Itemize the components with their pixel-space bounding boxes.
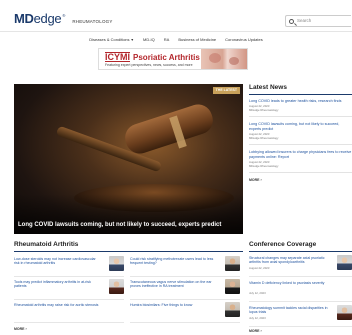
ra-section: Rheumatoid Arthritis Low-dose steroids m… — [14, 241, 243, 332]
article-title[interactable]: Structural changes may separate axial ps… — [249, 256, 335, 265]
article-thumbnail[interactable] — [337, 305, 352, 320]
nav-item-label: Diseases & Conditions — [89, 37, 130, 42]
article-thumbnail[interactable] — [225, 302, 240, 317]
hero-title[interactable]: Long COVID lawsuits coming, but not like… — [18, 222, 221, 228]
article-title[interactable]: Could risk stratifying methotrexate user… — [130, 257, 222, 266]
list-item[interactable]: Low-dose steroids may not increase cardi… — [14, 256, 124, 277]
logo-registered: ® — [62, 13, 66, 18]
latest-news-heading: Latest News — [249, 84, 352, 95]
news-item[interactable]: Long COVID lawsuits coming, but not like… — [249, 122, 352, 146]
conference-more-link[interactable]: MORE › — [249, 329, 352, 333]
article-thumbnail[interactable] — [337, 255, 352, 270]
conference-coverage-section: Conference Coverage Structural changes m… — [249, 241, 352, 333]
ad-subtitle: Featuring expert perspectives, news, suc… — [105, 63, 193, 67]
ad-title: Psoriatic Arthritis — [133, 53, 200, 62]
ad-icymi: ICYMI — [105, 52, 131, 62]
article-date: July 12, 2023 — [249, 291, 266, 295]
hero-article[interactable]: THE LATEST Long COVID lawsuits coming, b… — [14, 84, 243, 234]
mdedge-logo[interactable]: MD edge ® RHEUMATOLOGY — [14, 11, 113, 26]
news-item[interactable]: Long COVID leads to greater health risks… — [249, 99, 352, 118]
ra-column-right: Could risk stratifying methotrexate user… — [130, 256, 240, 325]
list-item[interactable]: Transcutaneous vagus nerve stimulation o… — [130, 279, 240, 300]
ra-more-link[interactable]: MORE › — [14, 327, 27, 331]
nav-item-ra[interactable]: RA — [164, 37, 170, 45]
article-title[interactable]: Rheumatoid arthritis may raise risk for … — [14, 303, 102, 307]
logo-edge: edge — [33, 11, 62, 26]
divider — [249, 144, 352, 146]
ad-headline: ICYMI Psoriatic Arthritis — [105, 52, 200, 62]
article-date: July 12, 2023 — [249, 316, 266, 320]
site-header: MD edge ® RHEUMATOLOGY Search — [0, 0, 352, 32]
news-source: MDedge Rheumatology — [249, 164, 279, 169]
divider — [249, 116, 352, 118]
ra-grid: Low-dose steroids may not increase cardi… — [14, 252, 243, 332]
divider — [249, 172, 352, 174]
article-date: August 22, 2023 — [249, 266, 270, 270]
list-item[interactable]: Humira biosimilars: Five things to know — [130, 302, 240, 323]
latest-news-more-link[interactable]: MORE › — [249, 178, 352, 182]
advertisement-banner[interactable]: ICYMI Psoriatic Arthritis Featuring expe… — [98, 48, 248, 70]
article-title[interactable]: Rheumatology summit tackles racial dispa… — [249, 306, 335, 315]
ra-column-left: Low-dose steroids may not increase cardi… — [14, 256, 124, 325]
specialty-label: RHEUMATOLOGY — [72, 19, 113, 24]
article-thumbnail[interactable] — [225, 279, 240, 294]
list-item[interactable]: Could risk stratifying methotrexate user… — [130, 256, 240, 277]
nav-item-coronavirus[interactable]: Coronavirus Updates — [225, 37, 263, 45]
ra-heading: Rheumatoid Arthritis — [14, 241, 243, 252]
article-title[interactable]: Tools may predict inflammatory arthritis… — [14, 280, 102, 289]
nav-item-business[interactable]: Business of Medicine — [178, 37, 216, 45]
article-title[interactable]: Low-dose steroids may not increase cardi… — [14, 257, 102, 266]
news-title[interactable]: Lobbying allowed insurers to charge phys… — [249, 150, 352, 159]
conference-heading: Conference Coverage — [249, 241, 352, 252]
nav-item-md-iq[interactable]: MD-IQ — [143, 37, 155, 45]
ad-image — [201, 49, 247, 69]
search-icon[interactable] — [289, 18, 294, 24]
list-item[interactable]: Rheumatoid arthritis may raise risk for … — [14, 302, 124, 323]
news-source: MDedge Rheumatology — [249, 108, 279, 113]
logo-md: MD — [14, 11, 34, 26]
news-title[interactable]: Long COVID lawsuits coming, but not like… — [249, 122, 352, 131]
chevron-down-icon: ▼ — [130, 38, 134, 42]
article-thumbnail[interactable] — [225, 256, 240, 271]
search-placeholder: Search — [297, 18, 312, 23]
list-item[interactable]: Tools may predict inflammatory arthritis… — [14, 279, 124, 300]
search-input[interactable]: Search — [285, 15, 351, 27]
list-item[interactable]: Rheumatology summit tackles racial dispa… — [249, 305, 352, 327]
list-item[interactable]: Vitamin D deficiency linked to psoriasis… — [249, 280, 352, 302]
article-title[interactable]: Vitamin D deficiency linked to psoriasis… — [249, 281, 335, 285]
article-thumbnail[interactable] — [109, 279, 124, 294]
news-item[interactable]: Lobbying allowed insurers to charge phys… — [249, 150, 352, 174]
news-title[interactable]: Long COVID leads to greater health risks… — [249, 99, 352, 103]
hero-badge: THE LATEST — [212, 87, 240, 94]
list-item[interactable]: Structural changes may separate axial ps… — [249, 255, 352, 277]
article-thumbnail[interactable] — [109, 256, 124, 271]
article-title[interactable]: Humira biosimilars: Five things to know — [130, 303, 222, 307]
latest-news-panel: Latest News Long COVID leads to greater … — [249, 84, 352, 182]
main-nav: Diseases & Conditions▼ MD-IQ RA Business… — [0, 37, 352, 45]
hero-shade — [14, 194, 243, 234]
nav-item-diseases[interactable]: Diseases & Conditions▼ — [89, 37, 134, 45]
article-title[interactable]: Transcutaneous vagus nerve stimulation o… — [130, 280, 222, 289]
news-source: MDedge Rheumatology — [249, 136, 279, 141]
